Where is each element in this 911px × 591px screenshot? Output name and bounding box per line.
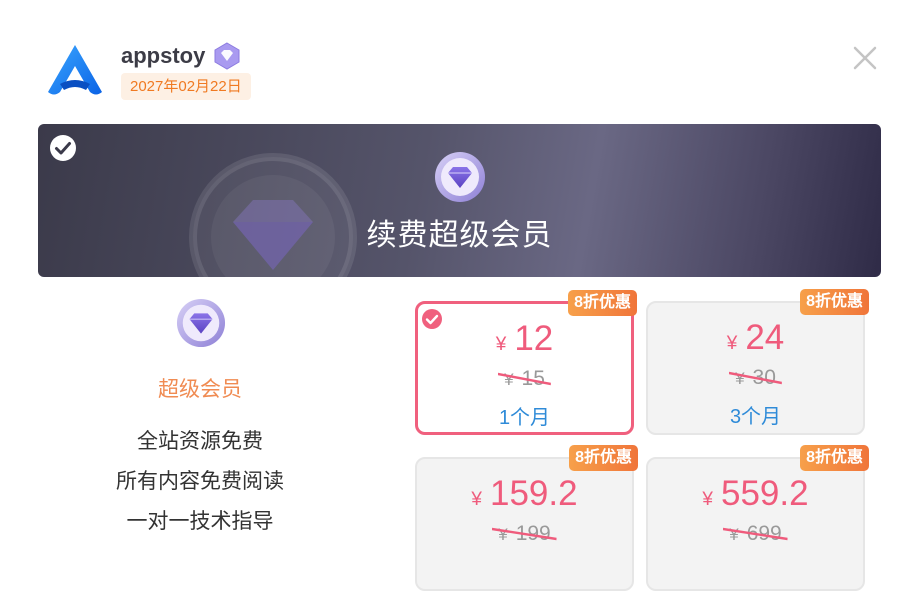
membership-name: 超级会员 [158, 378, 242, 401]
plan-card-3[interactable]: 8折优惠 ¥159.2 ¥199 [415, 445, 638, 591]
discount-badge: 8折优惠 [800, 445, 869, 471]
plan-price: ¥12 [418, 319, 631, 359]
plan-price: ¥159.2 [417, 474, 632, 514]
feature-item: 一对一技术指导 [126, 510, 274, 533]
banner-title: 续费超级会员 [366, 219, 553, 252]
price-amount: 24 [745, 318, 785, 357]
strikethrough-line [723, 527, 788, 541]
price-amount: 159.2 [489, 474, 578, 513]
username: appstoy [121, 43, 206, 68]
original-price: ¥30 [648, 366, 863, 390]
plan-duration: 3个月 [729, 406, 782, 428]
strikethrough-line [498, 372, 551, 386]
currency-symbol: ¥ [702, 489, 713, 510]
close-button[interactable] [852, 45, 878, 71]
discount-badge: 8折优惠 [568, 290, 637, 316]
discount-badge: 8折优惠 [569, 445, 638, 471]
plan-card-4[interactable]: 8折优惠 ¥559.2 ¥699 [646, 445, 869, 591]
strikethrough-line [729, 371, 782, 385]
feature-item: 全站资源免费 [137, 430, 263, 453]
currency-symbol: ¥ [726, 333, 738, 354]
strikethrough-line [492, 527, 557, 541]
discount-badge: 8折优惠 [800, 289, 869, 315]
original-price: ¥699 [648, 522, 863, 546]
renew-super-member-banner[interactable]: 续费超级会员 [38, 124, 881, 277]
feature-item: 所有内容免费阅读 [116, 470, 284, 493]
selected-check-icon [50, 135, 76, 161]
currency-symbol: ¥ [495, 334, 507, 355]
diamond-icon [435, 152, 485, 202]
diamond-icon [176, 298, 226, 348]
membership-date-tag: 2027年02月22日 [121, 73, 251, 100]
currency-symbol: ¥ [471, 489, 482, 510]
price-amount: 559.2 [720, 474, 809, 513]
vip-diamond-badge-icon [213, 42, 241, 70]
close-icon [853, 46, 877, 70]
original-price: ¥199 [417, 522, 632, 546]
app-logo-icon [46, 42, 104, 98]
plan-duration: 1个月 [498, 407, 551, 429]
plan-price: ¥24 [648, 318, 863, 358]
plan-card-1-month[interactable]: 8折优惠 ¥12 ¥15 1个月 [415, 290, 637, 435]
price-amount: 12 [514, 319, 554, 358]
plan-price: ¥559.2 [648, 474, 863, 514]
plan-card-3-months[interactable]: 8折优惠 ¥24 ¥30 3个月 [646, 289, 869, 435]
original-price: ¥15 [418, 367, 631, 391]
